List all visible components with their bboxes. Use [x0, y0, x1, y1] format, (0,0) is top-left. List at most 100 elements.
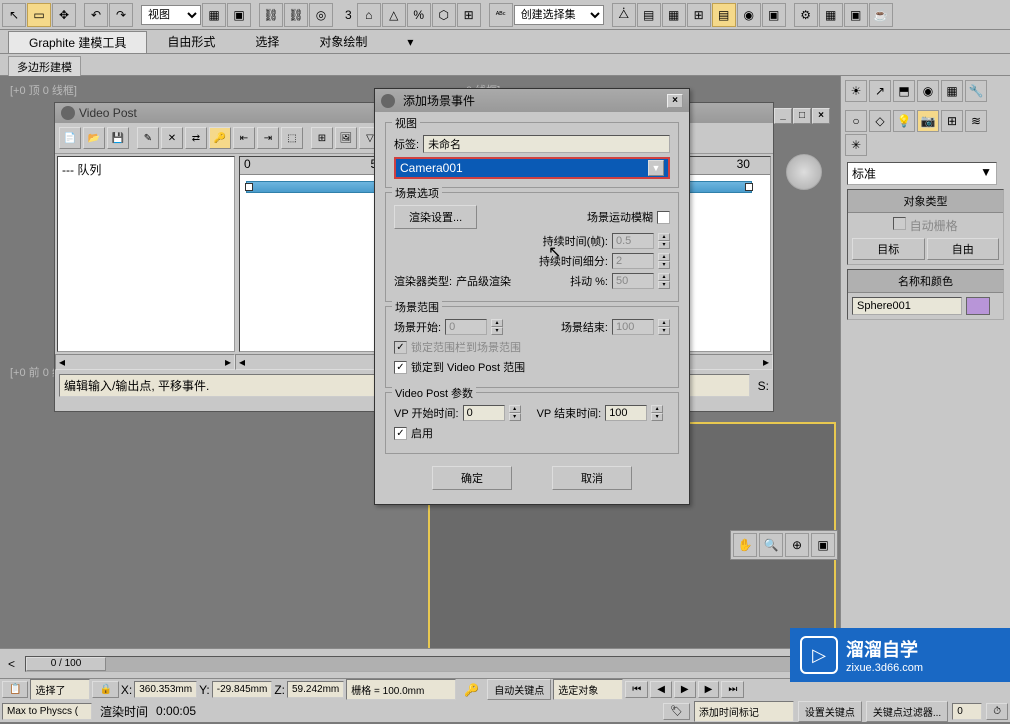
- cancel-button[interactable]: 取消: [552, 466, 632, 490]
- unlink-icon[interactable]: ⛓: [284, 3, 308, 27]
- name-color-title[interactable]: 名称和颜色: [848, 270, 1003, 293]
- dialog-titlebar[interactable]: 添加场景事件 ×: [375, 89, 689, 112]
- layers-icon[interactable]: ▦: [662, 3, 686, 27]
- bind-icon[interactable]: ◎: [309, 3, 333, 27]
- tool-icon-2[interactable]: ▣: [227, 3, 251, 27]
- hierarchy-tab-icon[interactable]: ⬒: [893, 80, 915, 102]
- selobj-dropdown[interactable]: 选定对象: [553, 679, 623, 700]
- key-icon[interactable]: 🔑: [458, 683, 485, 697]
- selection-set-dropdown[interactable]: 创建选择集: [514, 5, 604, 25]
- schematic-icon[interactable]: ⊞: [687, 3, 711, 27]
- systems-icon[interactable]: ✳: [845, 134, 867, 156]
- tab-select[interactable]: 选择: [235, 31, 299, 52]
- ok-button[interactable]: 确定: [432, 466, 512, 490]
- play-prev-icon[interactable]: ◀: [650, 681, 672, 698]
- free-button[interactable]: 自由: [927, 238, 1000, 260]
- snap-icon-3[interactable]: %: [407, 3, 431, 27]
- label-input[interactable]: [423, 135, 670, 153]
- z-value[interactable]: 59.242mm: [287, 681, 344, 698]
- render-settings-button[interactable]: 渲染设置...: [394, 205, 477, 229]
- camera-combobox[interactable]: Camera001 ▼: [394, 157, 670, 179]
- vp-save-icon[interactable]: 💾: [107, 127, 129, 149]
- render-setup-icon[interactable]: ⚙: [794, 3, 818, 27]
- vp-start-input[interactable]: [463, 405, 505, 421]
- display-tab-icon[interactable]: ▦: [941, 80, 963, 102]
- object-name-input[interactable]: [852, 297, 962, 315]
- link-icon[interactable]: ⛓: [259, 3, 283, 27]
- curve-editor-icon[interactable]: ▤: [712, 3, 736, 27]
- object-type-title[interactable]: 对象类型: [848, 190, 1003, 213]
- spinner-up-icon[interactable]: ▴: [509, 405, 521, 413]
- undo-icon[interactable]: ↶: [84, 3, 108, 27]
- abc-icon[interactable]: ᴬᴮᶜ: [489, 3, 513, 27]
- snap-icon-2[interactable]: △: [382, 3, 406, 27]
- lock-vp-checkbox[interactable]: ✓: [394, 361, 407, 374]
- video-post-queue-tree[interactable]: --- 队列: [57, 156, 235, 352]
- spacewarps-icon[interactable]: ≋: [965, 110, 987, 132]
- tool-icon-1[interactable]: ▦: [202, 3, 226, 27]
- orbit-icon[interactable]: ⊕: [785, 533, 809, 557]
- time-slider-handle[interactable]: 0 / 100: [26, 657, 106, 671]
- modify-tab-icon[interactable]: ↗: [869, 80, 891, 102]
- add-marker-field[interactable]: 添加时间标记: [694, 701, 794, 722]
- play-start-icon[interactable]: ⏮: [625, 681, 648, 698]
- vp-open-icon[interactable]: 📂: [83, 127, 105, 149]
- tree-scrollbar[interactable]: ◂▸: [55, 354, 235, 370]
- dialog-close-button[interactable]: ×: [667, 94, 683, 108]
- snap-icon-1[interactable]: ⌂: [357, 3, 381, 27]
- helpers-icon[interactable]: ⊞: [941, 110, 963, 132]
- combo-arrow-icon[interactable]: ▼: [648, 160, 664, 176]
- render-prod-icon[interactable]: ▣: [844, 3, 868, 27]
- key-filter-button[interactable]: 关键点过滤器...: [866, 701, 948, 722]
- snap-icon-5[interactable]: ⊞: [457, 3, 481, 27]
- autokey-button[interactable]: 自动关键点: [487, 679, 551, 700]
- mirror-icon[interactable]: ⧊: [612, 3, 636, 27]
- maximize-view-icon[interactable]: ▣: [811, 533, 835, 557]
- track-end-handle[interactable]: [745, 183, 753, 191]
- vp-new-icon[interactable]: 📄: [59, 127, 81, 149]
- vp-edit-icon[interactable]: ✎: [137, 127, 159, 149]
- tab-object-draw[interactable]: 对象绘制: [299, 31, 387, 52]
- target-button[interactable]: 目标: [852, 238, 925, 260]
- tag-icon[interactable]: 🏷: [663, 703, 690, 720]
- play-icon[interactable]: ▶: [674, 681, 696, 698]
- shapes-icon[interactable]: ◇: [869, 110, 891, 132]
- maximize-icon[interactable]: □: [793, 108, 811, 124]
- vp-image-icon[interactable]: 🖼: [335, 127, 357, 149]
- vp-key-icon[interactable]: 🔑: [209, 127, 231, 149]
- close-icon[interactable]: ×: [812, 108, 830, 124]
- snap-icon-4[interactable]: ⬡: [432, 3, 456, 27]
- render-frame-icon[interactable]: ▦: [819, 3, 843, 27]
- pan-icon[interactable]: ✋: [733, 533, 757, 557]
- maxscript-icon[interactable]: 📋: [2, 681, 28, 698]
- render-icon[interactable]: ▣: [762, 3, 786, 27]
- geometry-icon[interactable]: ○: [845, 110, 867, 132]
- create-tab-icon[interactable]: ☀: [845, 80, 867, 102]
- vp-delete-icon[interactable]: ✕: [161, 127, 183, 149]
- vp-abut-icon[interactable]: ⬚: [281, 127, 303, 149]
- motion-blur-checkbox[interactable]: [657, 211, 670, 224]
- arrow-tool-icon[interactable]: ↖: [2, 3, 26, 27]
- vp-align-left-icon[interactable]: ⇤: [233, 127, 255, 149]
- enable-checkbox[interactable]: ✓: [394, 427, 407, 440]
- track-start-handle[interactable]: [245, 183, 253, 191]
- time-config-icon[interactable]: ⏱: [986, 703, 1008, 720]
- vp-scene-icon[interactable]: ⊞: [311, 127, 333, 149]
- utilities-tab-icon[interactable]: 🔧: [965, 80, 987, 102]
- viewcube[interactable]: [786, 154, 822, 190]
- vp-end-input[interactable]: [605, 405, 647, 421]
- play-end-icon[interactable]: ⏭: [721, 681, 744, 698]
- play-next-icon[interactable]: ▶: [698, 681, 720, 698]
- set-key-button[interactable]: 设置关键点: [798, 701, 862, 722]
- tab-more[interactable]: ▾: [387, 33, 433, 51]
- align-icon[interactable]: ▤: [637, 3, 661, 27]
- material-icon[interactable]: ◉: [737, 3, 761, 27]
- tab-freeform[interactable]: 自由形式: [147, 31, 235, 52]
- view-dropdown[interactable]: 视图: [141, 5, 201, 25]
- subtab-polymodel[interactable]: 多边形建模: [8, 56, 81, 78]
- vp-align-right-icon[interactable]: ⇥: [257, 127, 279, 149]
- minimize-icon[interactable]: _: [774, 108, 792, 124]
- select-rect-icon[interactable]: ▭: [27, 3, 51, 27]
- lights-icon[interactable]: 💡: [893, 110, 915, 132]
- tab-graphite[interactable]: Graphite 建模工具: [8, 31, 147, 53]
